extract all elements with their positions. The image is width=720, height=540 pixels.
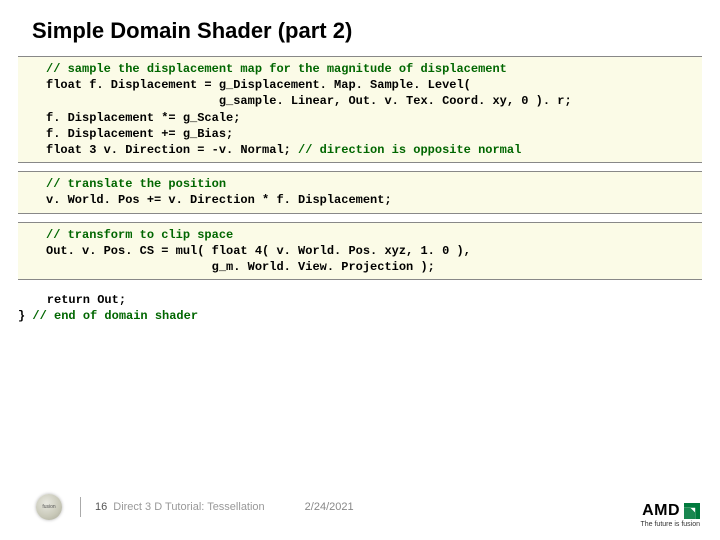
code-line: Out. v. Pos. CS = mul( float 4( v. World… [46,244,471,258]
footer-text: 16 Direct 3 D Tutorial: Tessellation 2/2… [95,501,354,513]
page-number: 16 [95,501,107,513]
amd-mark: AMD [640,502,700,520]
fusion-badge-icon: fusion [36,494,62,520]
code-line: v. World. Pos += v. Direction * f. Displ… [46,193,392,207]
doc-title: Direct 3 D Tutorial: Tessellation [113,501,264,513]
amd-tagline: The future is fusion [640,521,700,528]
code-comment: // translate the position [46,177,226,191]
code-line: f. Displacement *= g_Scale; [46,111,240,125]
footer-date: 2/24/2021 [305,501,354,513]
code-line: g_m. World. View. Projection ); [46,260,435,274]
code-block-1: // sample the displacement map for the m… [18,56,702,163]
code-comment: // transform to clip space [46,228,233,242]
slide: Simple Domain Shader (part 2) // sample … [0,0,720,540]
code-comment: // sample the displacement map for the m… [46,62,507,76]
code-line: float f. Displacement = g_Displacement. … [46,78,471,92]
code-line: return Out; [18,293,126,307]
code-block-3: // transform to clip space Out. v. Pos. … [18,222,702,281]
code-block-2: // translate the position v. World. Pos … [18,171,702,213]
page-title: Simple Domain Shader (part 2) [0,18,720,56]
code-tail: return Out; } // end of domain shader [18,288,702,328]
amd-logo: AMD The future is fusion [640,502,700,528]
code-comment: // end of domain shader [32,309,198,323]
footer: fusion 16 Direct 3 D Tutorial: Tessellat… [0,488,720,526]
amd-wordmark: AMD [642,502,680,520]
code-line: float 3 v. Direction = -v. Normal; [46,143,298,157]
divider [80,497,81,517]
amd-arrow-icon [684,503,700,519]
code-line: f. Displacement += g_Bias; [46,127,233,141]
code-comment: // direction is opposite normal [298,143,521,157]
code-line: g_sample. Linear, Out. v. Tex. Coord. xy… [46,94,572,108]
code-line: } [18,309,32,323]
